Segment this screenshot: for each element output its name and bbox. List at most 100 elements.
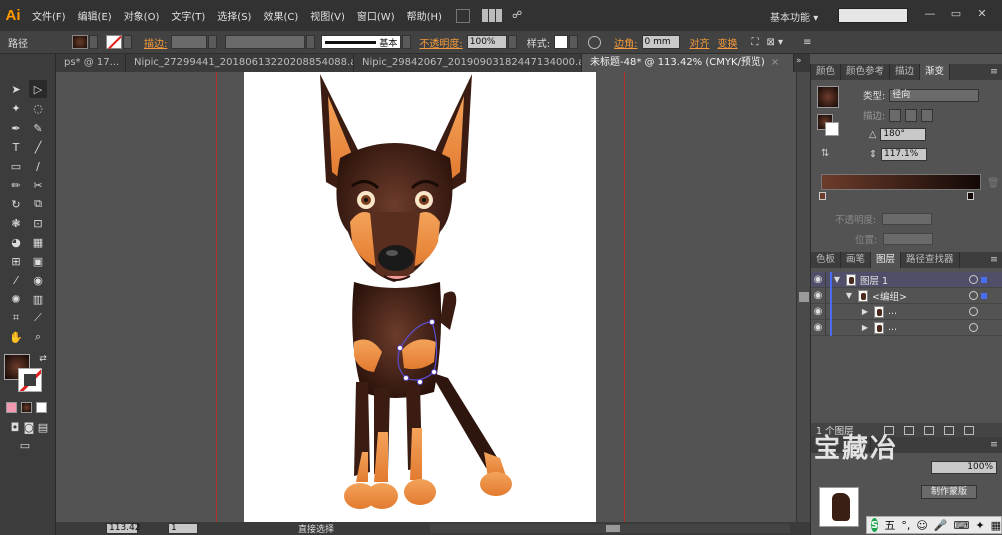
zoom-tool-icon[interactable]: ⌕ bbox=[29, 328, 47, 346]
gradient-stop-end[interactable] bbox=[967, 192, 974, 200]
eyedropper-icon[interactable]: ⁄ bbox=[7, 271, 25, 289]
layer-row[interactable]: ◉ ▼ 图层 1 bbox=[811, 271, 1002, 288]
workspace-switcher[interactable]: 基本功能 ▾ bbox=[770, 9, 818, 24]
stroke-option-3[interactable] bbox=[921, 108, 934, 122]
layer-name[interactable]: ... bbox=[888, 322, 897, 333]
recolor-icon[interactable] bbox=[588, 35, 602, 49]
free-transform-icon[interactable]: ⊡ bbox=[29, 214, 47, 232]
direct-selection-tool-icon[interactable]: ▷ bbox=[29, 80, 47, 98]
transform-link[interactable]: 变换 bbox=[714, 35, 742, 50]
layer-row[interactable]: ◉ ▼ <编组> bbox=[811, 287, 1002, 304]
maximize-button[interactable]: ▭ bbox=[946, 7, 966, 22]
lock-column[interactable] bbox=[825, 287, 826, 304]
gradient-mode-icon[interactable] bbox=[21, 402, 32, 413]
tab-brushes[interactable]: 画笔 bbox=[841, 252, 872, 268]
tab-layers[interactable]: 图层 bbox=[871, 252, 902, 268]
type-tool-icon[interactable]: T bbox=[7, 138, 25, 156]
ime-toolbar[interactable]: S 五 °, ☺ 🎤 ⌨ ✦ ▦ bbox=[866, 516, 1002, 534]
blend-tool-icon[interactable]: ◉ bbox=[29, 271, 47, 289]
slice-tool-icon[interactable]: ⟋ bbox=[29, 309, 47, 327]
isolate-icon[interactable]: ⛶ bbox=[748, 37, 763, 48]
corner-label[interactable]: 边角: bbox=[610, 35, 641, 50]
gradient-preview[interactable] bbox=[817, 86, 839, 108]
panel-menu-icon[interactable]: ≡ bbox=[990, 252, 1002, 268]
tab-document-2[interactable]: Nipic_27299441_20180613220208854088.ai*× bbox=[126, 54, 354, 72]
rectangle-tool-icon[interactable]: ▭ bbox=[7, 157, 25, 175]
draw-inside-icon[interactable]: ▤ bbox=[34, 418, 52, 436]
ime-punct-icon[interactable]: °, bbox=[901, 519, 910, 532]
gradient-stroke-swatch[interactable] bbox=[825, 122, 839, 136]
target-icon[interactable] bbox=[969, 291, 978, 300]
ime-skin-icon[interactable]: ✦ bbox=[975, 519, 984, 532]
close-button[interactable]: ✕ bbox=[972, 7, 992, 22]
column-graph-icon[interactable]: ▥ bbox=[29, 290, 47, 308]
layer-name[interactable]: <编组> bbox=[872, 289, 907, 303]
menu-help[interactable]: 帮助(H) bbox=[401, 8, 448, 23]
angle-field[interactable]: 180° bbox=[880, 128, 927, 141]
menu-view[interactable]: 视图(V) bbox=[304, 8, 351, 23]
tab-gradient[interactable]: 渐变 bbox=[920, 64, 951, 80]
style-swatch[interactable] bbox=[554, 35, 569, 49]
brush-definition[interactable]: 基本 bbox=[321, 35, 402, 49]
tab-color-guide[interactable]: 颜色参考 bbox=[841, 64, 891, 80]
scissors-icon[interactable]: ✂ bbox=[29, 176, 47, 194]
anchor-point[interactable] bbox=[429, 319, 435, 325]
stroke-weight-field[interactable] bbox=[171, 35, 208, 49]
mesh-tool-icon[interactable]: ⊞ bbox=[7, 252, 25, 270]
selection-tool-icon[interactable]: ➤ bbox=[7, 80, 25, 98]
stroke-dropdown[interactable] bbox=[123, 35, 132, 49]
fill-swatch[interactable] bbox=[72, 35, 88, 49]
reverse-gradient-icon[interactable]: ⇅ bbox=[821, 148, 829, 159]
shape-builder-icon[interactable]: ◕ bbox=[7, 233, 25, 251]
zoom-field[interactable]: 113.42 bbox=[106, 523, 141, 534]
none-mode-icon[interactable] bbox=[36, 402, 47, 413]
delete-stop-icon[interactable]: 🗑 bbox=[987, 178, 1000, 189]
menu-type[interactable]: 文字(T) bbox=[165, 8, 211, 23]
lock-column[interactable] bbox=[825, 271, 826, 288]
menu-window[interactable]: 窗口(W) bbox=[351, 8, 401, 23]
tab-swatches[interactable]: 色板 bbox=[811, 252, 842, 268]
selection-indicator[interactable] bbox=[981, 277, 987, 283]
artboard-number-field[interactable]: 1 bbox=[168, 523, 198, 534]
opacity-field[interactable]: 100% bbox=[466, 35, 507, 49]
ime-keyboard-icon[interactable]: ⌨ bbox=[953, 519, 969, 532]
disclosure-triangle-icon[interactable]: ▼ bbox=[844, 291, 854, 300]
gradient-type-select[interactable]: 径向 bbox=[889, 88, 980, 102]
warp-tool-icon[interactable]: ❃ bbox=[7, 214, 25, 232]
eye-icon[interactable]: ◉ bbox=[811, 288, 825, 304]
fill-dropdown[interactable] bbox=[89, 35, 98, 49]
menu-effect[interactable]: 效果(C) bbox=[257, 8, 304, 23]
eye-icon[interactable]: ◉ bbox=[811, 272, 825, 288]
paintbrush-icon[interactable]: ∕ bbox=[29, 157, 47, 175]
lock-column[interactable] bbox=[825, 303, 826, 320]
aspect-ratio-field[interactable]: 117.1% bbox=[880, 148, 927, 161]
opacity-field[interactable] bbox=[882, 213, 933, 225]
menu-file[interactable]: 文件(F) bbox=[26, 8, 72, 23]
layer-row[interactable]: ◉ ▶ ... bbox=[811, 303, 1002, 320]
pen-tool-icon[interactable]: ✒ bbox=[7, 119, 25, 137]
variable-width-field[interactable] bbox=[225, 35, 306, 49]
align-link[interactable]: 对齐 bbox=[686, 35, 714, 50]
tab-overflow-icon[interactable]: » bbox=[796, 56, 802, 66]
target-icon[interactable] bbox=[969, 323, 978, 332]
anchor-point[interactable] bbox=[431, 369, 437, 375]
eye-icon[interactable]: ◉ bbox=[811, 320, 825, 336]
menu-select[interactable]: 选择(S) bbox=[211, 8, 257, 23]
target-icon[interactable] bbox=[969, 275, 978, 284]
opacity-label[interactable]: 不透明度: bbox=[415, 35, 466, 50]
dog-illustration[interactable] bbox=[244, 72, 596, 522]
vertical-scrollbar[interactable] bbox=[796, 72, 810, 522]
brush-dropdown[interactable] bbox=[402, 35, 412, 49]
layer-name[interactable]: ... bbox=[888, 306, 897, 317]
screen-mode-icon[interactable]: ▭ bbox=[16, 436, 34, 454]
artboard[interactable] bbox=[244, 72, 596, 522]
lasso-icon[interactable]: ◌ bbox=[29, 99, 47, 117]
scale-tool-icon[interactable]: ⧉ bbox=[29, 195, 47, 213]
pencil-icon[interactable]: ✏ bbox=[7, 176, 25, 194]
scroll-thumb[interactable] bbox=[606, 525, 620, 532]
disclosure-triangle-icon[interactable]: ▼ bbox=[832, 275, 842, 284]
make-mask-button[interactable]: 制作蒙版 bbox=[921, 485, 977, 499]
hand-tool-icon[interactable]: ✋ bbox=[7, 328, 25, 346]
gradient-stop-start[interactable] bbox=[819, 192, 826, 200]
target-icon[interactable] bbox=[969, 307, 978, 316]
